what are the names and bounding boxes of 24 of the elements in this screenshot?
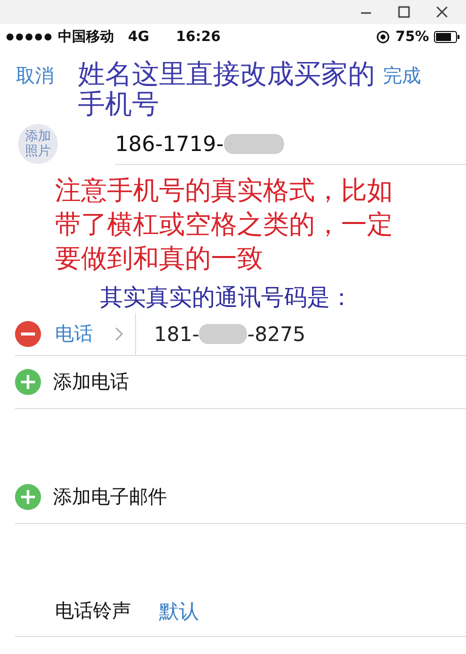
phone-label[interactable]: 电话 bbox=[55, 321, 115, 347]
status-time: 16:26 bbox=[176, 29, 222, 45]
battery-percent: 75% bbox=[395, 29, 429, 45]
signal-icon bbox=[6, 33, 52, 41]
maximize-icon[interactable] bbox=[398, 6, 410, 18]
ringtone-value[interactable]: 默认 bbox=[159, 598, 199, 624]
phone-number-field[interactable]: 181- -8275 bbox=[154, 322, 306, 346]
remove-icon[interactable] bbox=[15, 321, 41, 347]
close-icon[interactable] bbox=[436, 6, 448, 18]
chevron-icon bbox=[115, 327, 123, 341]
carrier-name: 中国移动 bbox=[58, 28, 114, 46]
annotation-text: 注意手机号的真实格式，比如带了横杠或空格之类的，一定要做到和真的一致 bbox=[55, 175, 393, 276]
network-type: 4G bbox=[128, 29, 150, 45]
ringtone-label: 电话铃声 bbox=[55, 599, 131, 624]
cancel-button[interactable]: 取消 bbox=[16, 63, 54, 89]
done-button[interactable]: 完成 bbox=[383, 63, 421, 89]
add-field-label[interactable]: 添加电子邮件 bbox=[53, 484, 167, 510]
annotation-text: 其实真实的通讯号码是： bbox=[100, 284, 354, 313]
add-field-label[interactable]: 添加电话 bbox=[53, 369, 129, 395]
rotation-lock-icon bbox=[376, 30, 390, 44]
battery-icon bbox=[434, 31, 460, 43]
name-field[interactable]: 186-1719- bbox=[115, 124, 466, 164]
add-photo-button[interactable]: 添加照片 bbox=[18, 124, 58, 164]
annotation-text: 姓名这里直接改成买家的手机号 bbox=[78, 60, 375, 120]
